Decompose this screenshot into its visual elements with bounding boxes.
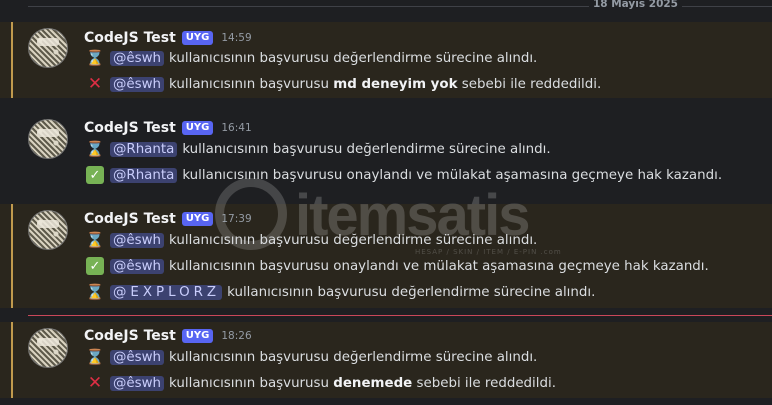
message-text-end: sebebi ile reddedildi. (457, 76, 602, 92)
message-group[interactable]: CodeJS Test UYG 14:59 ⌛ @êswh kullanıcıs… (0, 22, 772, 98)
avatar[interactable] (28, 28, 68, 68)
message-line: ✓ @êswh kullanıcısının başvurusu onaylan… (86, 255, 709, 277)
app-badge: UYG (181, 212, 214, 226)
message-text: kullanıcısının başvurusu değerlendirme s… (169, 50, 538, 66)
avatar[interactable] (28, 210, 68, 250)
timestamp[interactable]: 18:26 (221, 330, 251, 342)
author-name[interactable]: CodeJS Test (84, 120, 176, 136)
new-messages-divider (28, 315, 772, 316)
user-mention[interactable]: @êswh (110, 76, 165, 92)
message-text: kullanıcısının başvurusu değerlendirme s… (169, 232, 538, 248)
timestamp[interactable]: 16:41 (221, 122, 251, 134)
message-text: kullanıcısının başvurusu onaylandı ve mü… (182, 167, 723, 183)
user-mention[interactable]: @êswh (110, 232, 165, 248)
reason-text: denemede (333, 375, 413, 391)
message-group[interactable]: CodeJS Test UYG 17:39 ⌛ @êswh kullanıcıs… (0, 204, 772, 308)
user-mention[interactable]: @Rhanta (110, 167, 178, 183)
message-line: ✓ @Rhanta kullanıcısının başvurusu onayl… (86, 164, 722, 186)
message-group[interactable]: CodeJS Test UYG 18:26 ⌛ @êswh kullanıcıs… (0, 322, 772, 398)
reason-text: md deneyim yok (333, 76, 458, 92)
message-line: ⌛ @EXPLORZ kullanıcısının başvurusu değe… (86, 281, 595, 303)
user-mention[interactable]: @êswh (110, 258, 165, 274)
timestamp[interactable]: 17:39 (221, 213, 251, 225)
app-badge: UYG (181, 31, 214, 45)
date-divider: 18 Mayıs 2025 (0, 0, 772, 12)
message-header: CodeJS Test UYG 18:26 (84, 327, 252, 345)
avatar[interactable] (28, 119, 68, 159)
message-header: CodeJS Test UYG 14:59 (84, 29, 252, 47)
check-icon: ✓ (86, 257, 104, 275)
message-line: ✕ @êswh kullanıcısının başvurusu md dene… (86, 73, 601, 95)
user-mention[interactable]: @êswh (110, 50, 165, 66)
user-mention[interactable]: @êswh (110, 375, 165, 391)
hourglass-icon: ⌛ (85, 282, 105, 301)
message-text: kullanıcısının başvurusu (169, 76, 334, 92)
message-line: ⌛ @Rhanta kullanıcısının başvurusu değer… (86, 138, 551, 160)
author-name[interactable]: CodeJS Test (84, 328, 176, 344)
avatar[interactable] (28, 328, 68, 368)
hourglass-icon: ⌛ (85, 139, 105, 158)
author-name[interactable]: CodeJS Test (84, 211, 176, 227)
timestamp[interactable]: 14:59 (221, 32, 251, 44)
user-mention[interactable]: @EXPLORZ (110, 284, 223, 300)
check-icon: ✓ (86, 166, 104, 184)
user-mention[interactable]: @êswh (110, 349, 165, 365)
date-divider-label: 18 Mayıs 2025 (588, 0, 682, 10)
message-line: ⌛ @êswh kullanıcısının başvurusu değerle… (86, 229, 537, 251)
app-badge: UYG (181, 121, 214, 135)
message-group[interactable]: CodeJS Test UYG 16:41 ⌛ @Rhanta kullanıc… (0, 113, 772, 193)
user-mention[interactable]: @Rhanta (110, 141, 178, 157)
message-text: kullanıcısının başvurusu değerlendirme s… (169, 349, 538, 365)
hourglass-icon: ⌛ (85, 230, 105, 249)
message-text: kullanıcısının başvurusu (169, 375, 334, 391)
author-name[interactable]: CodeJS Test (84, 30, 176, 46)
hourglass-icon: ⌛ (85, 347, 105, 366)
hourglass-icon: ⌛ (85, 48, 105, 67)
app-badge: UYG (181, 329, 214, 343)
message-text-end: sebebi ile reddedildi. (412, 375, 556, 391)
cross-icon: ✕ (87, 372, 103, 393)
message-header: CodeJS Test UYG 17:39 (84, 210, 252, 228)
message-header: CodeJS Test UYG 16:41 (84, 119, 252, 137)
message-text: kullanıcısının başvurusu değerlendirme s… (182, 141, 551, 157)
message-text: kullanıcısının başvurusu onaylandı ve mü… (169, 258, 709, 274)
cross-icon: ✕ (87, 73, 103, 94)
message-text: kullanıcısının başvurusu değerlendirme s… (227, 284, 596, 300)
message-line: ⌛ @êswh kullanıcısının başvurusu değerle… (86, 47, 537, 69)
message-line: ✕ @êswh kullanıcısının başvurusu denemed… (86, 372, 556, 394)
message-line: ⌛ @êswh kullanıcısının başvurusu değerle… (86, 346, 537, 368)
